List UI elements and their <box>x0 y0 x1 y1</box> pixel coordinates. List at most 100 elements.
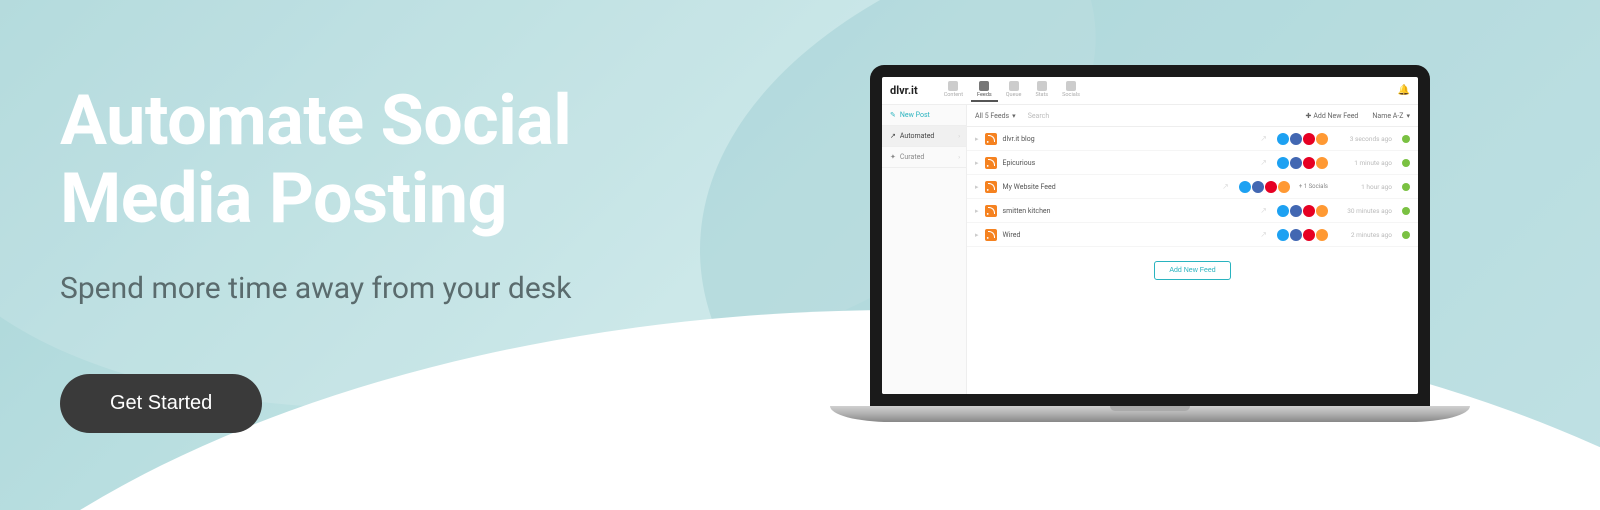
filter-label: All 5 Feeds <box>975 112 1009 120</box>
headline-line: Automate Social <box>60 80 571 162</box>
hero-banner: Automate Social Media Posting Spend more… <box>0 0 1600 510</box>
nav-feeds[interactable]: Feeds <box>971 79 998 102</box>
nav-label: Socials <box>1062 92 1080 98</box>
social-icon <box>1277 157 1289 169</box>
sidebar-item-curated[interactable]: ✦ Curated › <box>882 147 966 168</box>
social-icon <box>1316 133 1328 145</box>
rss-icon <box>985 181 997 193</box>
hero-subhead: Spend more time away from your desk <box>60 271 571 306</box>
feed-timestamp: 1 hour ago <box>1334 183 1392 191</box>
social-avatars <box>1277 133 1328 145</box>
nav-socials[interactable]: Socials <box>1056 79 1086 102</box>
caret-right-icon: ▸ <box>975 207 979 215</box>
social-avatars <box>1277 229 1328 241</box>
feed-name: dlvr.it blog <box>1003 135 1083 143</box>
social-extra-count: + 1 Socials <box>1299 183 1328 190</box>
chevron-down-icon: ▾ <box>1406 112 1410 120</box>
status-ok-icon <box>1402 159 1410 167</box>
status-ok-icon <box>1402 183 1410 191</box>
new-post-button[interactable]: ✎ New Post <box>882 105 966 126</box>
feed-name: My Website Feed <box>1003 183 1083 191</box>
social-icon <box>1290 133 1302 145</box>
feed-timestamp: 1 minute ago <box>1334 159 1392 167</box>
feed-row[interactable]: ▸ smitten kitchen ↗ 30 minutes ago <box>967 199 1418 223</box>
get-started-button[interactable]: Get Started <box>60 374 262 433</box>
social-icon <box>1278 181 1290 193</box>
feeds-toolbar: All 5 Feeds ▾ Search ✚ Add New Feed Name… <box>967 105 1418 127</box>
share-icon[interactable]: ↗ <box>1222 182 1229 191</box>
hero-headline: Automate Social Media Posting <box>60 82 571 239</box>
rss-icon <box>985 205 997 217</box>
share-icon: ↗ <box>890 132 896 140</box>
notification-bell-icon[interactable]: 🔔 <box>1398 85 1410 96</box>
status-ok-icon <box>1402 231 1410 239</box>
social-icon <box>1277 205 1289 217</box>
social-avatars <box>1239 181 1290 193</box>
social-icon <box>1303 205 1315 217</box>
social-icon <box>1290 157 1302 169</box>
plus-icon: ✚ <box>1305 112 1311 120</box>
feed-filter-dropdown[interactable]: All 5 Feeds ▾ <box>975 112 1016 120</box>
social-icon <box>1303 229 1315 241</box>
content-icon <box>948 81 958 91</box>
social-icon <box>1252 181 1264 193</box>
socials-icon <box>1066 81 1076 91</box>
wand-icon: ✦ <box>890 153 896 161</box>
feeds-icon <box>979 81 989 91</box>
caret-right-icon: ▸ <box>975 159 979 167</box>
pencil-icon: ✎ <box>890 111 896 119</box>
nav-label: Feeds <box>977 92 992 98</box>
add-feed-label: Add New Feed <box>1313 112 1358 120</box>
hero-content: Automate Social Media Posting Spend more… <box>60 82 571 433</box>
feed-row[interactable]: ▸ dlvr.it blog ↗ 3 seconds ago <box>967 127 1418 151</box>
app-sidebar: ✎ New Post ↗ Automated › ✦ Curated › <box>882 105 967 394</box>
nav-stats[interactable]: Stats <box>1029 79 1054 102</box>
feed-name: smitten kitchen <box>1003 207 1083 215</box>
app-main: All 5 Feeds ▾ Search ✚ Add New Feed Name… <box>967 105 1418 394</box>
share-icon[interactable]: ↗ <box>1260 134 1267 143</box>
social-icon <box>1316 229 1328 241</box>
sidebar-item-automated[interactable]: ↗ Automated › <box>882 126 966 147</box>
app-logo: dlvr.it <box>890 84 918 97</box>
chevron-right-icon: › <box>958 133 960 140</box>
caret-right-icon: ▸ <box>975 231 979 239</box>
caret-right-icon: ▸ <box>975 135 979 143</box>
new-post-label: New Post <box>900 111 930 119</box>
queue-icon <box>1009 81 1019 91</box>
feed-row[interactable]: ▸Wired↗2 minutes ago <box>967 223 1418 247</box>
feed-name: Epicurious <box>1003 159 1083 167</box>
feed-timestamp: 3 seconds ago <box>1334 135 1392 143</box>
social-icon <box>1239 181 1251 193</box>
sidebar-item-label: Curated <box>900 153 924 161</box>
sort-dropdown[interactable]: Name A-Z ▾ <box>1372 112 1410 120</box>
status-ok-icon <box>1402 135 1410 143</box>
search-input[interactable]: Search <box>1022 112 1300 120</box>
rss-icon <box>985 229 997 241</box>
app-body: ✎ New Post ↗ Automated › ✦ Curated › <box>882 105 1418 394</box>
social-avatars <box>1277 157 1328 169</box>
nav-label: Stats <box>1035 92 1048 98</box>
feed-row[interactable]: ▸ My Website Feed ↗ + 1 Socials 1 hour ago <box>967 175 1418 199</box>
feed-timestamp: 30 minutes ago <box>1334 207 1392 215</box>
caret-right-icon: ▸ <box>975 183 979 191</box>
feed-timestamp: 2 minutes ago <box>1334 231 1392 239</box>
social-icon <box>1316 205 1328 217</box>
rss-icon <box>985 133 997 145</box>
add-feed-container: Add New Feed <box>967 247 1418 294</box>
share-icon[interactable]: ↗ <box>1260 206 1267 215</box>
social-icon <box>1265 181 1277 193</box>
share-icon[interactable]: ↗ <box>1260 158 1267 167</box>
sidebar-item-label: Automated <box>900 132 935 140</box>
share-icon[interactable]: ↗ <box>1260 230 1267 239</box>
laptop-mockup: dlvr.it Content Feeds Queue Stats Social… <box>870 65 1430 422</box>
add-new-feed-link[interactable]: ✚ Add New Feed <box>1305 112 1358 120</box>
social-icon <box>1303 157 1315 169</box>
social-icon <box>1277 133 1289 145</box>
app-nav: Content Feeds Queue Stats Socials <box>938 79 1398 102</box>
nav-content[interactable]: Content <box>938 79 969 102</box>
nav-queue[interactable]: Queue <box>1000 79 1028 102</box>
add-new-feed-button[interactable]: Add New Feed <box>1154 261 1230 280</box>
chevron-right-icon: › <box>958 154 960 161</box>
app-header: dlvr.it Content Feeds Queue Stats Social… <box>882 77 1418 105</box>
feed-row[interactable]: ▸ Epicurious ↗ 1 minute ago <box>967 151 1418 175</box>
